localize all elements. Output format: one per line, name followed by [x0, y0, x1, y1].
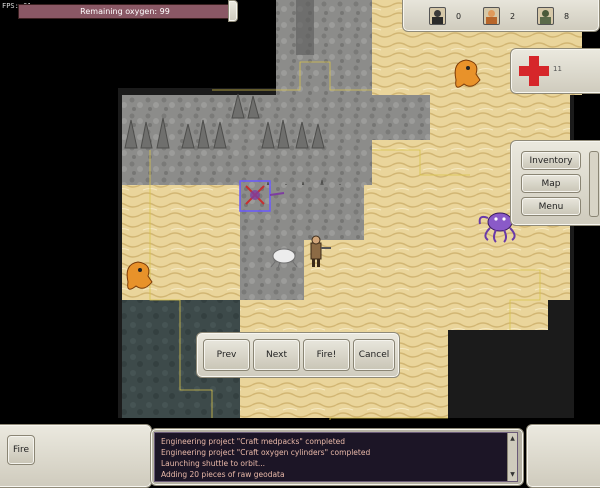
- message-log[interactable]: Engineering project "Craft medpacks" com…: [154, 432, 518, 482]
- fire-confirm-button[interactable]: Fire!: [303, 339, 350, 371]
- log-line: Adding 20 pieces of raw geodata: [161, 470, 285, 479]
- crew-slot-orange[interactable]: 2: [483, 7, 515, 25]
- oxygen-bar: Remaining oxygen: 99: [18, 4, 232, 19]
- map-button[interactable]: Map: [521, 174, 581, 193]
- weapon-panel: Fire: [0, 424, 152, 488]
- target-action-bar: Prev Next Fire! Cancel: [196, 332, 400, 378]
- crew-orange-icon: [483, 7, 500, 25]
- rock-tile: [276, 0, 372, 95]
- oxygen-panel-end: [228, 0, 238, 22]
- sand-tile: [372, 140, 432, 185]
- crew-dark-icon: [429, 7, 446, 25]
- bottom-right-panel: [526, 424, 600, 488]
- rock-tile: [240, 240, 304, 300]
- crew-slot-dark[interactable]: 0: [429, 7, 461, 25]
- prev-target-button[interactable]: Prev: [203, 339, 250, 371]
- red-cross-icon: [519, 56, 549, 86]
- crew-count: 2: [510, 11, 516, 21]
- fire-button[interactable]: Fire: [7, 435, 35, 465]
- crew-count: 8: [564, 11, 570, 21]
- crew-count: 0: [456, 11, 462, 21]
- crew-panel: 0 2 8: [402, 0, 600, 32]
- sand-tile: [448, 300, 548, 330]
- crew-helmet-icon: [537, 7, 554, 25]
- log-line: Engineering project "Craft medpacks" com…: [161, 437, 346, 446]
- log-scrollbar[interactable]: ▲ ▼: [507, 433, 517, 481]
- oxygen-label: Remaining oxygen: 99: [80, 7, 170, 16]
- menu-button[interactable]: Menu: [521, 197, 581, 216]
- scroll-up-icon[interactable]: ▲: [509, 435, 516, 442]
- side-panel-divider: [589, 151, 599, 217]
- scroll-down-icon[interactable]: ▼: [509, 471, 516, 478]
- medkit-count: 11: [553, 65, 562, 73]
- inventory-button[interactable]: Inventory: [521, 151, 581, 170]
- next-target-button[interactable]: Next: [253, 339, 300, 371]
- cancel-button[interactable]: Cancel: [353, 339, 395, 371]
- side-menu-panel: Inventory Map Menu: [510, 140, 600, 226]
- log-line: Engineering project "Craft oxygen cylind…: [161, 448, 371, 457]
- log-line: Launching shuttle to orbit...: [161, 459, 266, 468]
- crew-slot-helmet[interactable]: 8: [537, 7, 569, 25]
- medkit-panel[interactable]: 11: [510, 48, 600, 94]
